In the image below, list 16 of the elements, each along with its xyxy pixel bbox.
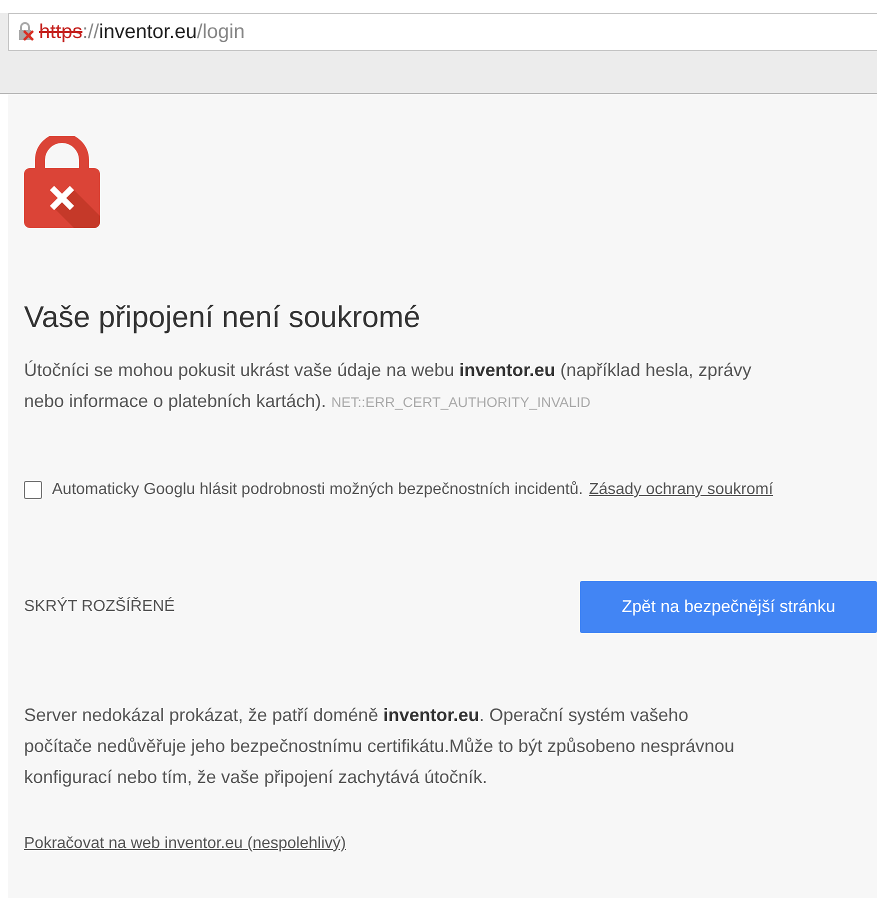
error-code: NET::ERR_CERT_AUTHORITY_INVALID <box>331 394 591 410</box>
insecure-lock-icon <box>17 22 35 42</box>
report-checkbox[interactable] <box>24 480 42 498</box>
proceed-link[interactable]: Pokračovat na web inventor.eu (nespolehlivý) <box>24 835 346 853</box>
details-text: konfigurací nebo tím, že vaše připojení zachytává útočník. <box>24 767 488 787</box>
url-text[interactable]: https://inventor.eu/login <box>39 20 245 44</box>
page-title: Vaše připojení není soukromé <box>24 301 422 335</box>
back-to-safety-button[interactable]: Zpět na bezpečnější stránku <box>580 581 877 633</box>
intro-text: nebo informace o platebních kartách). <box>24 391 326 411</box>
privacy-policy-link[interactable]: Zásady ochrany soukromí <box>588 473 774 506</box>
broken-lock-icon <box>24 136 100 228</box>
details-text: počítače nedůvěřuje jeho bezpečnostnímu certifikátu.Může to být způsobeno nesprávnou <box>24 736 734 756</box>
hide-advanced-link[interactable]: SKRÝT ROZŠÍŘENÉ <box>24 598 175 616</box>
intro-text: Útočníci se mohou pokusit ukrást vaše údaje na webu inventor.eu (například hesla, zprávy <box>24 360 752 380</box>
report-label: Automaticky Googlu hlásit podrobnosti možných bezpečnostních incidentů. <box>52 480 583 500</box>
details-text: Server nedokázal prokázat, že patří doméně inventor.eu. Operační systém vašeho <box>24 705 688 725</box>
